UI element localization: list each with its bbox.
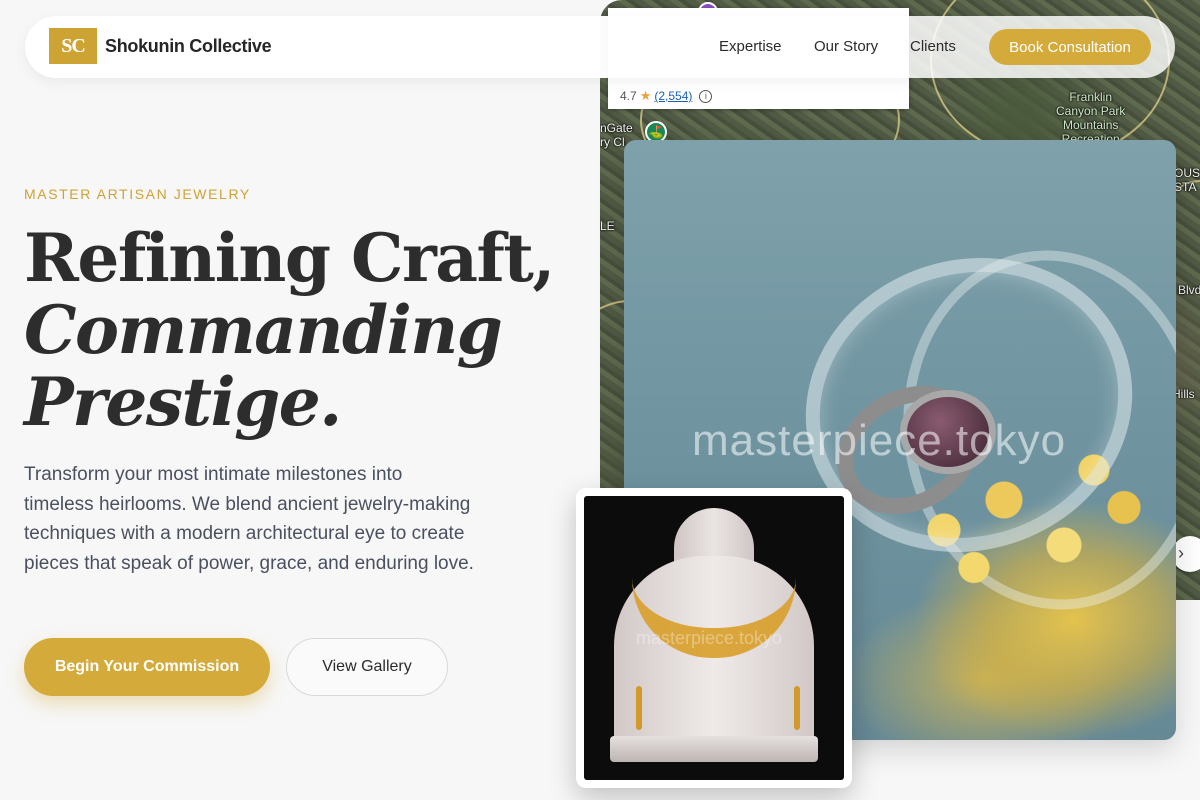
info-icon[interactable]: i <box>699 89 713 103</box>
necklace-photo-card: masterpiece.tokyo <box>576 488 852 788</box>
headline-line-2: Commanding <box>24 291 503 369</box>
logo-mark[interactable]: SC <box>49 28 97 64</box>
view-gallery-button[interactable]: View Gallery <box>286 638 448 696</box>
book-consultation-button[interactable]: Book Consultation <box>989 29 1151 65</box>
inset-watermark: masterpiece.tokyo <box>636 628 783 648</box>
earring-right <box>794 686 800 730</box>
navbar: SC Shokunin Collective Expertise Our Sto… <box>25 16 1175 78</box>
review-count-link[interactable]: (2,554) <box>654 89 692 103</box>
hero-lead: Transform your most intimate milestones … <box>24 464 474 574</box>
begin-commission-button[interactable]: Begin Your Commission <box>24 638 270 696</box>
bust-base <box>610 736 818 762</box>
necklace-photo: masterpiece.tokyo <box>584 496 844 780</box>
nav-link-expertise[interactable]: Expertise <box>719 38 782 55</box>
map-rating: 4.7 ★ (2,554) i <box>620 88 713 104</box>
map-label-blvd: Blvd <box>1178 283 1200 297</box>
rating-value: 4.7 <box>620 89 637 103</box>
headline-line-3: Prestige. <box>24 363 342 441</box>
map-label-house: OUS STA <box>1174 166 1200 194</box>
headline-line-1: Refining Craft, <box>24 219 555 297</box>
chevron-right-icon[interactable]: › <box>1172 536 1200 572</box>
photo-watermark: masterpiece.tokyo <box>692 416 1067 465</box>
earring-left <box>636 686 642 730</box>
nav-link-clients[interactable]: Clients <box>910 38 956 55</box>
nav-link-our-story[interactable]: Our Story <box>814 38 878 55</box>
star-icon: ★ <box>639 88 652 103</box>
map-label-edge: LE <box>600 219 615 233</box>
map-label-park: Franklin Canyon Park Mountains Recreatio… <box>1056 90 1126 146</box>
hero-headline: Refining Craft, Commanding Prestige. <box>24 222 584 438</box>
brand-name[interactable]: Shokunin Collective <box>105 36 272 57</box>
hero-eyebrow: MASTER ARTISAN JEWELRY <box>24 186 251 202</box>
